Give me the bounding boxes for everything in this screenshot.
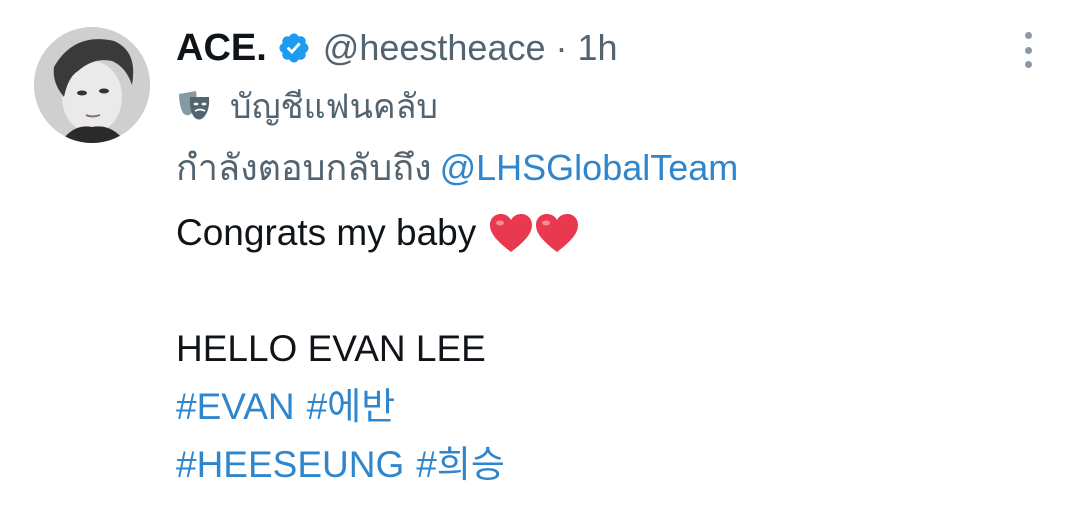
hashtag-link[interactable]: #희승 [416,436,505,494]
tweet-content: ACE. @heestheace · 1h บัญชีแฟนคลับ กำลัง… [176,22,1020,494]
tweet-text-congrats: Congrats my baby [176,212,477,253]
hashtag-line: #EVAN #에반 [176,378,1020,436]
tweet-text-line: HELLO EVAN LEE [176,320,1020,378]
display-name[interactable]: ACE. [176,27,267,70]
heart-emojis [488,212,580,254]
reply-prefix: กำลังตอบกลับถึง [176,147,432,188]
hashtag-link[interactable]: #HEESEUNG [176,436,404,494]
hashtag-link[interactable]: #EVAN [176,378,295,436]
fan-account-label: บัญชีแฟนคลับ [230,88,439,126]
hashtag-link[interactable]: #에반 [307,378,396,436]
hashtag-line: #HEESEUNG #희승 [176,436,1020,494]
tweet-text-hello: HELLO EVAN LEE [176,328,486,369]
more-options-button[interactable] [1022,32,1034,68]
tweet-header: ACE. @heestheace · 1h [176,22,1020,74]
avatar-photo [34,27,150,143]
replying-to: กำลังตอบกลับถึง @LHSGlobalTeam [176,146,1020,190]
theater-mask-icon [176,88,212,124]
fan-account-row: บัญชีแฟนคลับ [176,84,1020,128]
tweet-card[interactable]: ACE. @heestheace · 1h บัญชีแฟนคลับ กำลัง… [0,0,1080,518]
tweet-text: Congrats my baby HELLO EVAN LEE #EVAN #에… [176,204,1020,494]
user-handle[interactable]: @heestheace [323,27,546,69]
red-heart-emoji [536,214,579,252]
avatar[interactable] [34,27,150,143]
tweet-text-line: Congrats my baby [176,204,1020,262]
separator-dot: · [555,27,568,68]
red-heart-emoji [490,214,533,252]
more-vertical-icon [1024,32,1032,39]
reply-mention-link[interactable]: @LHSGlobalTeam [440,147,739,188]
timestamp[interactable]: 1h [578,27,618,69]
verified-badge-icon [277,31,311,65]
